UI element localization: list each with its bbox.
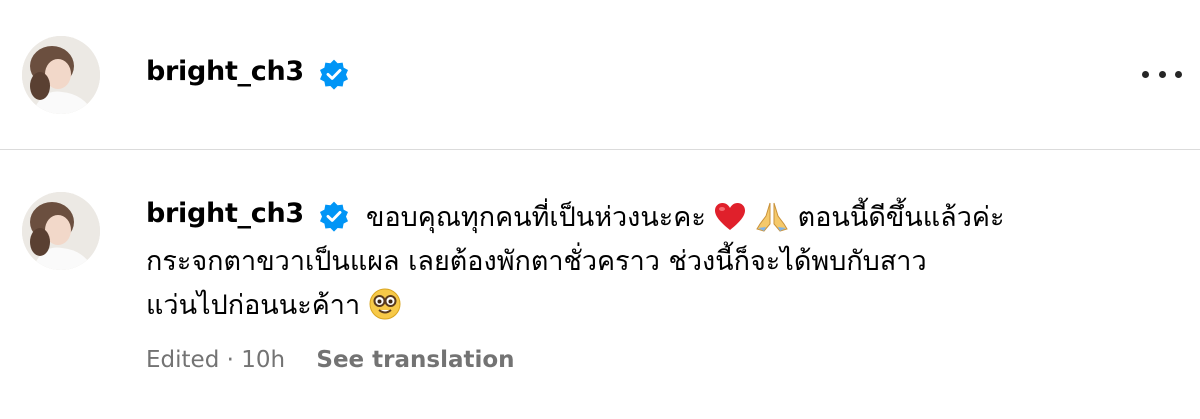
red-heart-icon [715,203,746,230]
see-translation-link[interactable]: See translation [316,347,514,373]
folded-hands-icon [756,202,788,232]
caption-line-2: กระจกตาขวาเป็นแผล เลยต้องพักตาชั่วคราว ช… [146,246,927,277]
comment-avatar[interactable] [22,192,100,270]
post-username[interactable]: bright_ch3 [146,56,304,87]
caption-line-3: แว่นไปก่อนนะค้าา [146,290,361,321]
dot-icon [1142,70,1149,78]
post-header: bright_ch3 [0,0,1200,150]
comment-meta: Edited · 10h See translation [146,347,515,373]
dot-icon [1158,70,1166,78]
profile-avatar[interactable] [22,36,100,114]
caption-line-1: ขอบคุณทุกคนที่เป็นห่วงนะคะ [366,202,706,233]
edited-timestamp: Edited · 10h [146,347,286,373]
nerd-face-icon [369,288,401,320]
more-options-button[interactable] [1142,58,1182,90]
dot-icon [1175,70,1182,78]
verified-badge-icon [320,59,348,90]
caption-line-1b: ตอนนี้ดีขึ้นแล้วค่ะ [797,202,1005,233]
caption-text: ขอบคุณทุกคนที่เป็นห่วงนะคะ ตอนนี้ดีขึ้นแ… [146,196,1176,328]
